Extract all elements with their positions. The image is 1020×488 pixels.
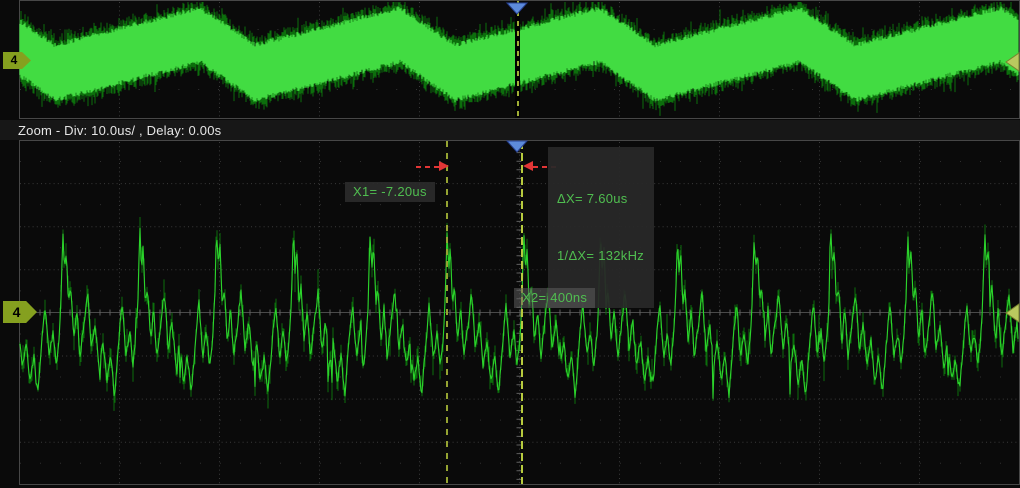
main-waveform-panel[interactable]: 4 [0,0,1020,120]
zoom-waveform-panel[interactable]: X1= -7.20us ΔX= 7.60us 1/ΔX= 132kHz X2= … [0,140,1020,488]
channel-number: 4 [11,53,18,67]
cursor-x1-arrow-icon [439,161,449,171]
cursor-x2-arrow-icon [523,161,533,171]
trigger-triangle-icon [506,140,528,153]
zoom-window-dash [517,1,519,118]
level-triangle-icon [1005,52,1020,72]
main-graticule-canvas [0,0,1020,120]
zoom-timebase-label: Zoom - Div: 10.0us/ , Delay: 0.00s [0,123,221,138]
inverse-delta-x-value: 1/ΔX= 132kHz [557,246,644,265]
trigger-level-marker-main[interactable] [1005,52,1020,72]
trigger-triangle-icon [506,2,528,15]
cursor-x2-label[interactable]: X2= 400ns [514,288,595,308]
channel-number: 4 [13,304,21,320]
oscilloscope-screen: { "zoom_bar": { "text": "Zoom - Div: 10.… [0,0,1020,488]
level-triangle-icon [1005,303,1020,323]
cursor-x1-label[interactable]: X1= -7.20us [345,182,435,202]
trigger-position-marker-main[interactable] [506,2,528,15]
cursor-x1-arrow-line [416,166,440,168]
delta-x-value: ΔX= 7.60us [557,189,644,208]
cursor-x1-line[interactable] [446,141,448,484]
zoom-graticule-canvas [0,140,1020,488]
zoom-timebase-bar[interactable]: Zoom - Div: 10.0us/ , Delay: 0.00s [0,120,1020,140]
trigger-position-marker-zoom[interactable] [506,140,528,153]
cursor-delta-panel: ΔX= 7.60us 1/ΔX= 132kHz [548,147,654,308]
cursor-x2-line[interactable] [521,141,523,484]
trigger-level-marker-zoom[interactable] [1005,303,1020,323]
zoom-window-position-line[interactable] [515,1,520,118]
